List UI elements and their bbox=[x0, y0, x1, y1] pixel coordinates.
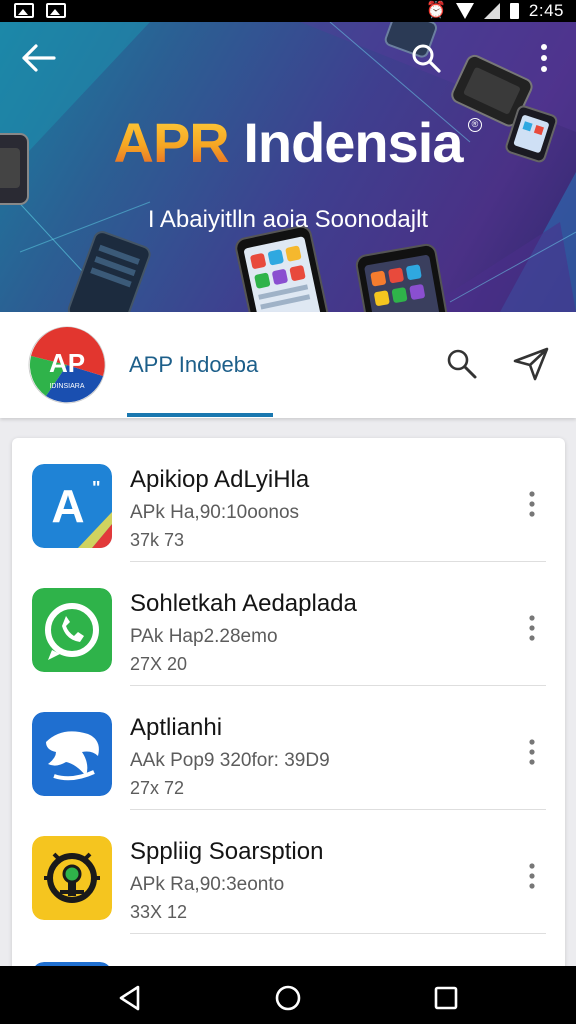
a-letter-icon: A " bbox=[32, 464, 112, 548]
banner-title-rest: Indensia bbox=[243, 111, 463, 174]
hero-banner: APR Indensia ® I Abaiyitlln aoia Soonoda… bbox=[0, 22, 576, 312]
nav-recents-icon[interactable] bbox=[432, 984, 460, 1012]
app-size: 37k 73 bbox=[130, 530, 185, 550]
svg-text:A: A bbox=[51, 480, 84, 532]
svg-text:": " bbox=[92, 478, 101, 498]
app-logo-text: IDINSIARA bbox=[49, 383, 84, 390]
app-size: 33X 12 bbox=[130, 902, 188, 922]
list-item[interactable]: Aptlianhi AAk Pop9 320for: 39D9 27x 72 bbox=[12, 686, 565, 810]
clock: 2:45 bbox=[528, 1, 564, 20]
app-meta: APk Ra,90:3eonto bbox=[130, 874, 285, 895]
send-icon[interactable] bbox=[512, 346, 550, 382]
app-name: Apikiop AdLyiHla bbox=[130, 466, 310, 493]
app-name: Sppliig Soarsption bbox=[130, 838, 324, 865]
app-header-name[interactable]: APP Indoeba bbox=[129, 352, 258, 378]
search-icon[interactable] bbox=[444, 346, 478, 382]
image-icon bbox=[46, 3, 66, 18]
app-meta: APk Ha,90:10oonos bbox=[130, 502, 300, 523]
navigation-bar bbox=[0, 966, 576, 1024]
app-meta: AAk Pop9 320for: 39D9 bbox=[130, 750, 330, 771]
nav-home-icon[interactable] bbox=[274, 984, 302, 1012]
banner-title-highlight: APR bbox=[113, 111, 230, 174]
active-tab-indicator bbox=[127, 413, 273, 417]
list-item[interactable]: Sppliig Soarsption APk Ra,90:3eonto 33X … bbox=[12, 810, 565, 934]
banner-subtitle: I Abaiyitlln aoia Soonodajlt bbox=[147, 206, 429, 233]
wifi-icon bbox=[455, 3, 474, 19]
dolphin-icon bbox=[32, 712, 112, 796]
app-size: 27X 20 bbox=[130, 654, 188, 674]
app-name: Sohletkah Aedaplada bbox=[130, 590, 357, 617]
battery-icon bbox=[509, 3, 519, 19]
svg-text:AP: AP bbox=[49, 348, 85, 378]
app-logo: AP IDINSIARA bbox=[28, 326, 106, 404]
more-options-icon[interactable] bbox=[520, 486, 544, 522]
app-meta: PAk Hap2.28emo bbox=[130, 626, 278, 647]
more-options-icon[interactable] bbox=[520, 734, 544, 770]
banner-title: APR Indensia bbox=[0, 110, 576, 175]
more-options-icon[interactable] bbox=[520, 858, 544, 894]
registered-mark: ® bbox=[468, 118, 482, 132]
alarm-icon: ⏰ bbox=[425, 2, 446, 19]
status-bar: ⏰ 2:45 bbox=[0, 0, 576, 22]
app-header: AP IDINSIARA APP Indoeba bbox=[0, 312, 576, 418]
search-icon[interactable] bbox=[408, 40, 444, 76]
list-item[interactable]: A " Apikiop AdLyiHla APk Ha,90:10oonos 3… bbox=[12, 438, 565, 562]
list-item[interactable]: Sohletkah Aedaplada PAk Hap2.28emo 27X 2… bbox=[12, 562, 565, 686]
more-options-icon[interactable] bbox=[530, 40, 558, 76]
image-icon bbox=[14, 3, 34, 18]
back-arrow-icon[interactable] bbox=[20, 42, 60, 74]
app-list: A " Apikiop AdLyiHla APk Ha,90:10oonos 3… bbox=[12, 438, 565, 978]
signal-icon bbox=[483, 3, 500, 19]
chat-bubble-icon bbox=[32, 588, 112, 672]
nav-back-icon[interactable] bbox=[116, 984, 144, 1012]
app-size: 27x 72 bbox=[130, 778, 185, 798]
more-options-icon[interactable] bbox=[520, 610, 544, 646]
badge-icon bbox=[32, 836, 112, 920]
app-name: Aptlianhi bbox=[130, 714, 223, 741]
